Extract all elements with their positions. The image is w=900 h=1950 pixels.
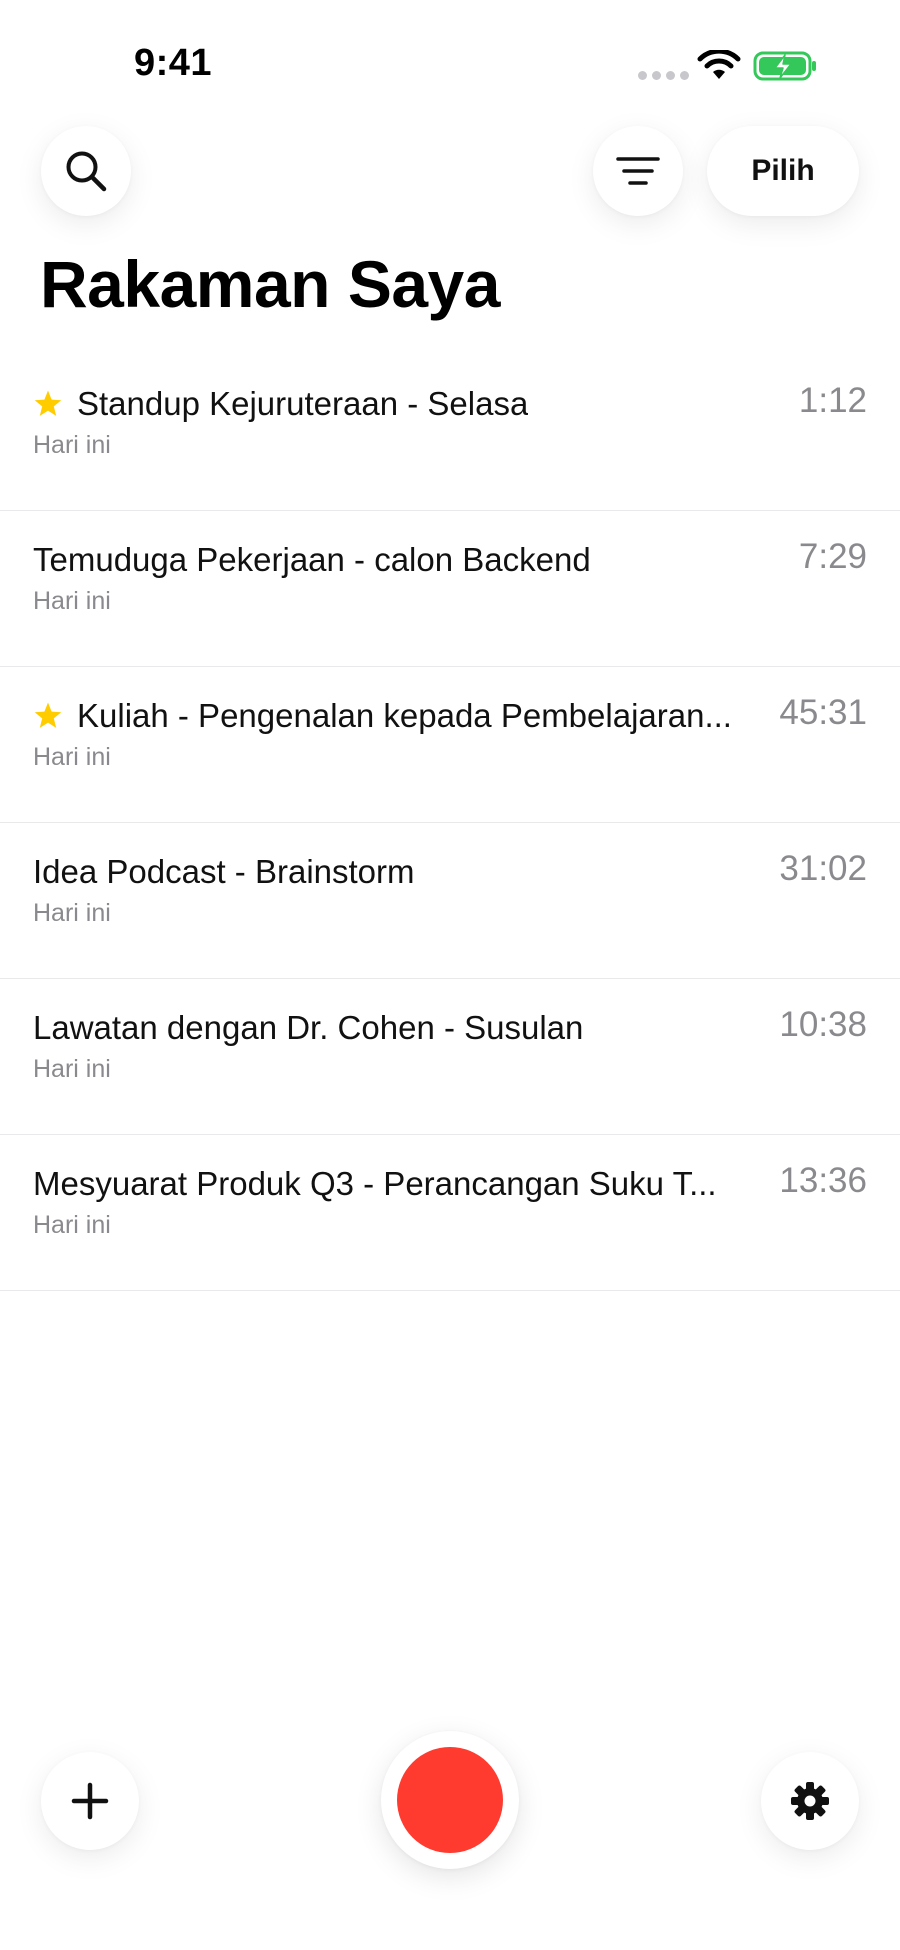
wifi-icon bbox=[697, 50, 741, 79]
page-title: Rakaman Saya bbox=[40, 247, 500, 321]
recording-date: Hari ini bbox=[33, 899, 111, 927]
plus-icon bbox=[71, 1782, 109, 1820]
screen: 9:41 Pilih Rakaman Saya Standup Kejurute… bbox=[0, 0, 900, 1950]
record-button[interactable] bbox=[381, 1731, 519, 1869]
recording-duration: 31:02 bbox=[779, 849, 867, 888]
recording-date: Hari ini bbox=[33, 587, 111, 615]
recording-duration: 7:29 bbox=[798, 537, 867, 576]
filter-icon bbox=[616, 157, 660, 185]
star-icon bbox=[34, 702, 62, 728]
record-icon bbox=[397, 1747, 503, 1853]
recording-row[interactable]: Temuduga Pekerjaan - calon Backend Hari … bbox=[0, 511, 900, 667]
recording-date: Hari ini bbox=[33, 1055, 111, 1083]
status-time: 9:41 bbox=[134, 42, 213, 84]
battery-charging-icon bbox=[753, 51, 816, 81]
recording-date: Hari ini bbox=[33, 1211, 111, 1239]
recording-title: Idea Podcast - Brainstorm bbox=[33, 853, 415, 890]
recording-row[interactable]: Standup Kejuruteraan - Selasa Hari ini 1… bbox=[0, 355, 900, 511]
recording-duration: 45:31 bbox=[779, 693, 867, 732]
filter-button[interactable] bbox=[593, 126, 683, 216]
search-button[interactable] bbox=[41, 126, 131, 216]
recording-duration: 10:38 bbox=[779, 1005, 867, 1044]
recording-title: Mesyuarat Produk Q3 - Perancangan Suku T… bbox=[33, 1165, 717, 1202]
recording-title: Lawatan dengan Dr. Cohen - Susulan bbox=[33, 1009, 584, 1046]
gear-icon bbox=[791, 1782, 829, 1820]
recording-duration: 1:12 bbox=[798, 381, 867, 420]
recording-row[interactable]: Mesyuarat Produk Q3 - Perancangan Suku T… bbox=[0, 1135, 900, 1291]
recording-duration: 13:36 bbox=[779, 1161, 867, 1200]
recording-date: Hari ini bbox=[33, 743, 111, 771]
recording-date: Hari ini bbox=[33, 431, 111, 459]
recording-row[interactable]: Lawatan dengan Dr. Cohen - Susulan Hari … bbox=[0, 979, 900, 1135]
recording-row[interactable]: Kuliah - Pengenalan kepada Pembelajaran.… bbox=[0, 667, 900, 823]
recording-row[interactable]: Idea Podcast - Brainstorm Hari ini 31:02 bbox=[0, 823, 900, 979]
search-icon bbox=[66, 151, 107, 192]
recordings-list: Standup Kejuruteraan - Selasa Hari ini 1… bbox=[0, 355, 900, 1291]
recording-title: Kuliah - Pengenalan kepada Pembelajaran.… bbox=[77, 697, 732, 734]
star-icon bbox=[34, 390, 62, 416]
add-button[interactable] bbox=[41, 1752, 139, 1850]
recording-title: Temuduga Pekerjaan - calon Backend bbox=[33, 541, 591, 578]
select-button[interactable]: Pilih bbox=[707, 126, 859, 216]
status-bar: 9:41 bbox=[0, 0, 900, 120]
recording-title: Standup Kejuruteraan - Selasa bbox=[77, 385, 529, 422]
settings-button[interactable] bbox=[761, 1752, 859, 1850]
signal-dots-icon bbox=[638, 71, 689, 80]
